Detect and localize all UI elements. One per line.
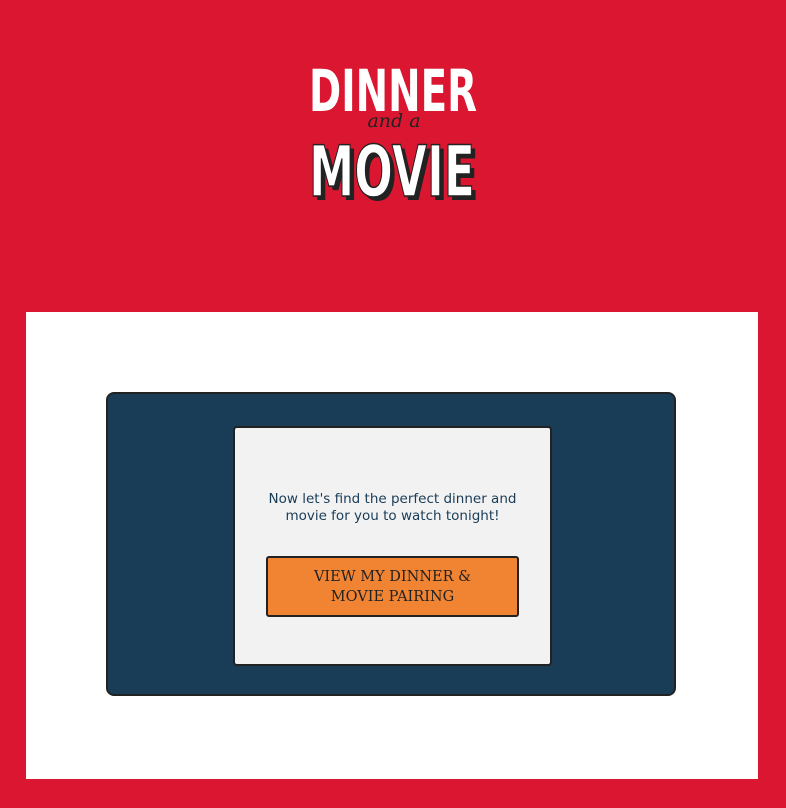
pairing-prompt-box: Now let's find the perfect dinner and mo… xyxy=(233,426,552,666)
intro-message: Now let's find the perfect dinner and mo… xyxy=(268,491,517,524)
logo-and-a-text: and a xyxy=(367,110,420,132)
view-pairing-button[interactable]: VIEW MY DINNER & MOVIE PAIRING xyxy=(266,556,519,617)
pairing-card: Now let's find the perfect dinner and mo… xyxy=(106,392,676,696)
content-panel: Now let's find the perfect dinner and mo… xyxy=(26,312,758,779)
logo-graphic: DINNER and a MOVIE MOVIE xyxy=(308,57,479,217)
dinner-and-a-movie-logo: DINNER and a MOVIE MOVIE xyxy=(298,52,488,217)
logo-movie-text: MOVIE xyxy=(309,131,475,213)
